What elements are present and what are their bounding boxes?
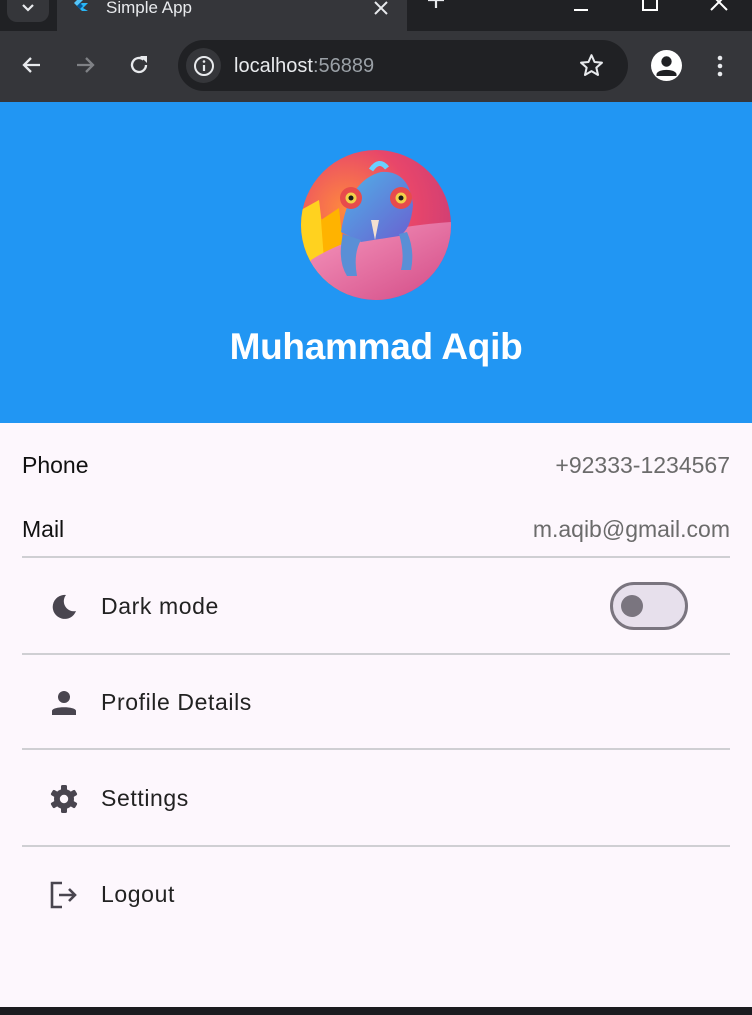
- dark-mode-label: Dark mode: [101, 593, 219, 619]
- divider: [22, 748, 730, 750]
- gear-icon: [50, 785, 78, 813]
- mail-value: m.aqib@gmail.com: [532, 516, 730, 542]
- url-port: :56889: [312, 55, 375, 77]
- url-text: localhost:56889: [234, 55, 374, 78]
- more-vert-icon[interactable]: [708, 53, 732, 79]
- taskbar-edge: [0, 1007, 752, 1015]
- logout-label: Logout: [101, 881, 175, 907]
- star-icon[interactable]: [578, 52, 605, 79]
- account-icon[interactable]: [651, 50, 682, 81]
- close-icon[interactable]: [707, 0, 731, 14]
- toggle-thumb: [621, 595, 643, 617]
- divider: [22, 556, 730, 558]
- flutter-icon: [74, 0, 88, 11]
- active-tab[interactable]: Simple App: [57, 0, 407, 31]
- avatar[interactable]: [301, 150, 451, 300]
- phone-label: Phone: [22, 452, 89, 478]
- address-bar[interactable]: localhost:56889: [178, 40, 628, 91]
- moon-icon: [52, 594, 76, 619]
- url-host: localhost: [234, 55, 313, 77]
- dark-mode-toggle[interactable]: [610, 582, 688, 630]
- info-icon: [193, 55, 214, 76]
- phone-value: +92333-1234567: [555, 452, 730, 478]
- maximize-icon[interactable]: [638, 0, 662, 14]
- dark-mode-row[interactable]: Dark mode: [22, 559, 730, 653]
- profile-details-label: Profile Details: [101, 689, 252, 715]
- plus-icon[interactable]: [424, 0, 448, 12]
- mail-label: Mail: [22, 516, 65, 542]
- chameleon-avatar-image: [301, 150, 451, 300]
- minimize-icon[interactable]: [569, 0, 593, 14]
- reload-icon[interactable]: [126, 52, 152, 78]
- settings-label: Settings: [101, 785, 189, 811]
- user-name: Muhammad Aqib: [229, 326, 523, 367]
- logout-row[interactable]: Logout: [22, 847, 730, 941]
- tab-search-button[interactable]: [7, 0, 49, 22]
- site-info-button[interactable]: [186, 48, 221, 83]
- logout-icon: [50, 881, 77, 909]
- chevron-down-icon: [22, 4, 34, 12]
- close-icon[interactable]: [370, 0, 392, 19]
- tab-title: Simple App: [106, 0, 192, 17]
- back-arrow-icon[interactable]: [19, 52, 45, 78]
- browser-tab-strip: Simple App: [0, 0, 752, 31]
- settings-row[interactable]: Settings: [22, 751, 730, 845]
- profile-details-row[interactable]: Profile Details: [22, 655, 730, 749]
- person-icon: [52, 691, 76, 715]
- forward-arrow-icon[interactable]: [72, 52, 98, 78]
- profile-header: Muhammad Aqib: [0, 102, 752, 423]
